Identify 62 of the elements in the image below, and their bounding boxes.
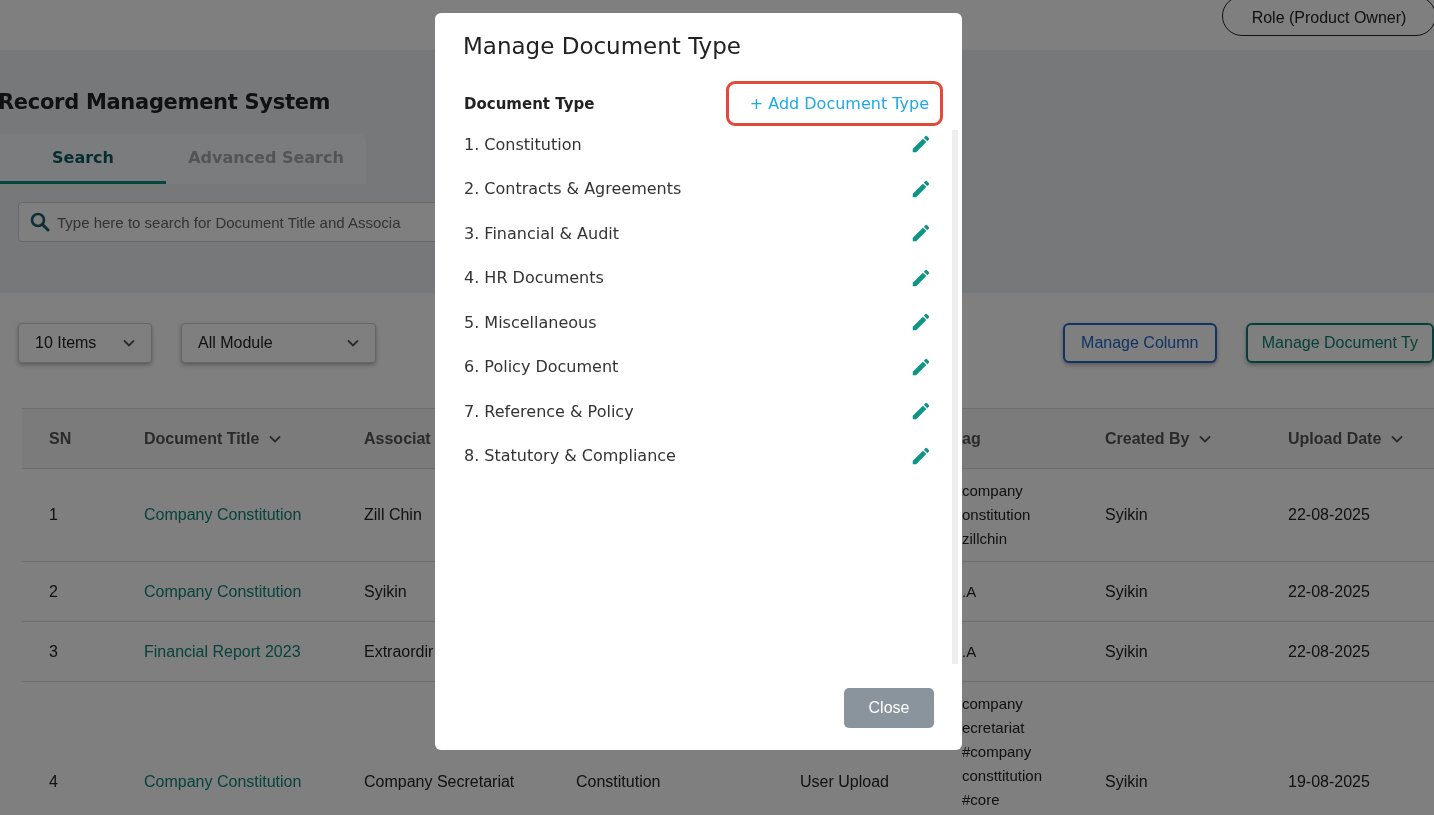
table-cell-text: Syikin: [1105, 506, 1149, 524]
column-header: ag: [962, 429, 981, 448]
chevron-down-icon: [347, 339, 359, 347]
table-cell-text: 4: [49, 772, 59, 791]
tag-text: ecretariat: [962, 718, 1026, 738]
table-cell-text: 19-08-2025: [1288, 772, 1371, 791]
tag-text: .A: [962, 581, 978, 602]
table-cell-text: Syikin: [1105, 772, 1149, 791]
table-cell-text: 3: [49, 642, 59, 661]
tag-text: company: [962, 694, 1024, 714]
tag-text: .A: [962, 641, 978, 662]
list-heading: Document Type: [464, 94, 595, 113]
table-cell-text: Zill Chin: [364, 506, 423, 524]
column-header: SN: [49, 429, 72, 448]
role-button[interactable]: Role (Product Owner): [1222, 0, 1434, 36]
document-type-item: 1. Constitution: [464, 134, 582, 154]
document-link[interactable]: Company Constitution: [144, 772, 364, 791]
table-cell-text: 22-08-2025: [1288, 582, 1371, 601]
table-cell-text: Company Secretariat: [364, 772, 516, 791]
add-document-type-link[interactable]: + Add Document Type: [725, 81, 943, 126]
table-cell-text: Syikin: [1105, 642, 1149, 661]
document-type-item: 2. Contracts & Agreements: [464, 179, 682, 199]
manage-document-type-button[interactable]: Manage Document Ty: [1245, 323, 1434, 363]
close-button[interactable]: Close: [844, 688, 934, 728]
table-cell-text: 2: [49, 582, 59, 601]
module-select[interactable]: All Module: [181, 323, 376, 363]
modal-title: Manage Document Type: [463, 33, 742, 59]
tag-text: zillchin: [962, 529, 1008, 549]
chevron-down-icon: [123, 339, 135, 347]
table-cell-text: Constitution: [576, 772, 662, 791]
table-cell-text: 1: [49, 506, 59, 524]
table-cell-text: Syikin: [364, 582, 408, 601]
items-select[interactable]: 10 Items: [18, 323, 152, 363]
document-type-item: 6. Policy Document: [464, 357, 619, 377]
column-header[interactable]: Upload Date: [1288, 429, 1382, 448]
manage-column-button[interactable]: Manage Column: [1062, 323, 1217, 363]
document-type-item: 7. Reference & Policy: [464, 401, 634, 421]
tag-text: onstitution: [962, 505, 1032, 525]
tag-text: #core: [962, 790, 1001, 810]
document-type-item: 3. Financial & Audit: [464, 223, 620, 243]
column-header: Associat: [364, 429, 431, 448]
tag-text: #company: [962, 742, 1033, 762]
table-cell-text: Syikin: [1105, 582, 1149, 601]
chevron-down-icon[interactable]: [1199, 434, 1212, 443]
document-link[interactable]: Financial Report 2023: [144, 642, 364, 661]
chevron-down-icon[interactable]: [269, 434, 282, 443]
document-type-item: 5. Miscellaneous: [464, 312, 597, 332]
tag-text: consttitution: [962, 766, 1044, 786]
table-cell-text: 22-08-2025: [1288, 506, 1371, 524]
table-cell-text: Extraordir: [364, 642, 435, 661]
tab[interactable]: Search: [0, 134, 166, 184]
table-cell-text: User Upload: [800, 772, 890, 791]
document-link[interactable]: Company Constitution: [144, 582, 364, 601]
document-link[interactable]: Company Constitution: [144, 506, 364, 524]
table-cell-text: 22-08-2025: [1288, 642, 1371, 661]
tag-text: company: [962, 481, 1024, 501]
chevron-down-icon[interactable]: [1391, 434, 1404, 443]
page-title: Record Management System: [0, 90, 331, 114]
column-header[interactable]: Created By: [1105, 429, 1190, 448]
column-header[interactable]: Document Title: [144, 429, 260, 448]
document-type-item: 8. Statutory & Compliance: [464, 446, 676, 466]
document-type-item: 4. HR Documents: [464, 268, 604, 288]
